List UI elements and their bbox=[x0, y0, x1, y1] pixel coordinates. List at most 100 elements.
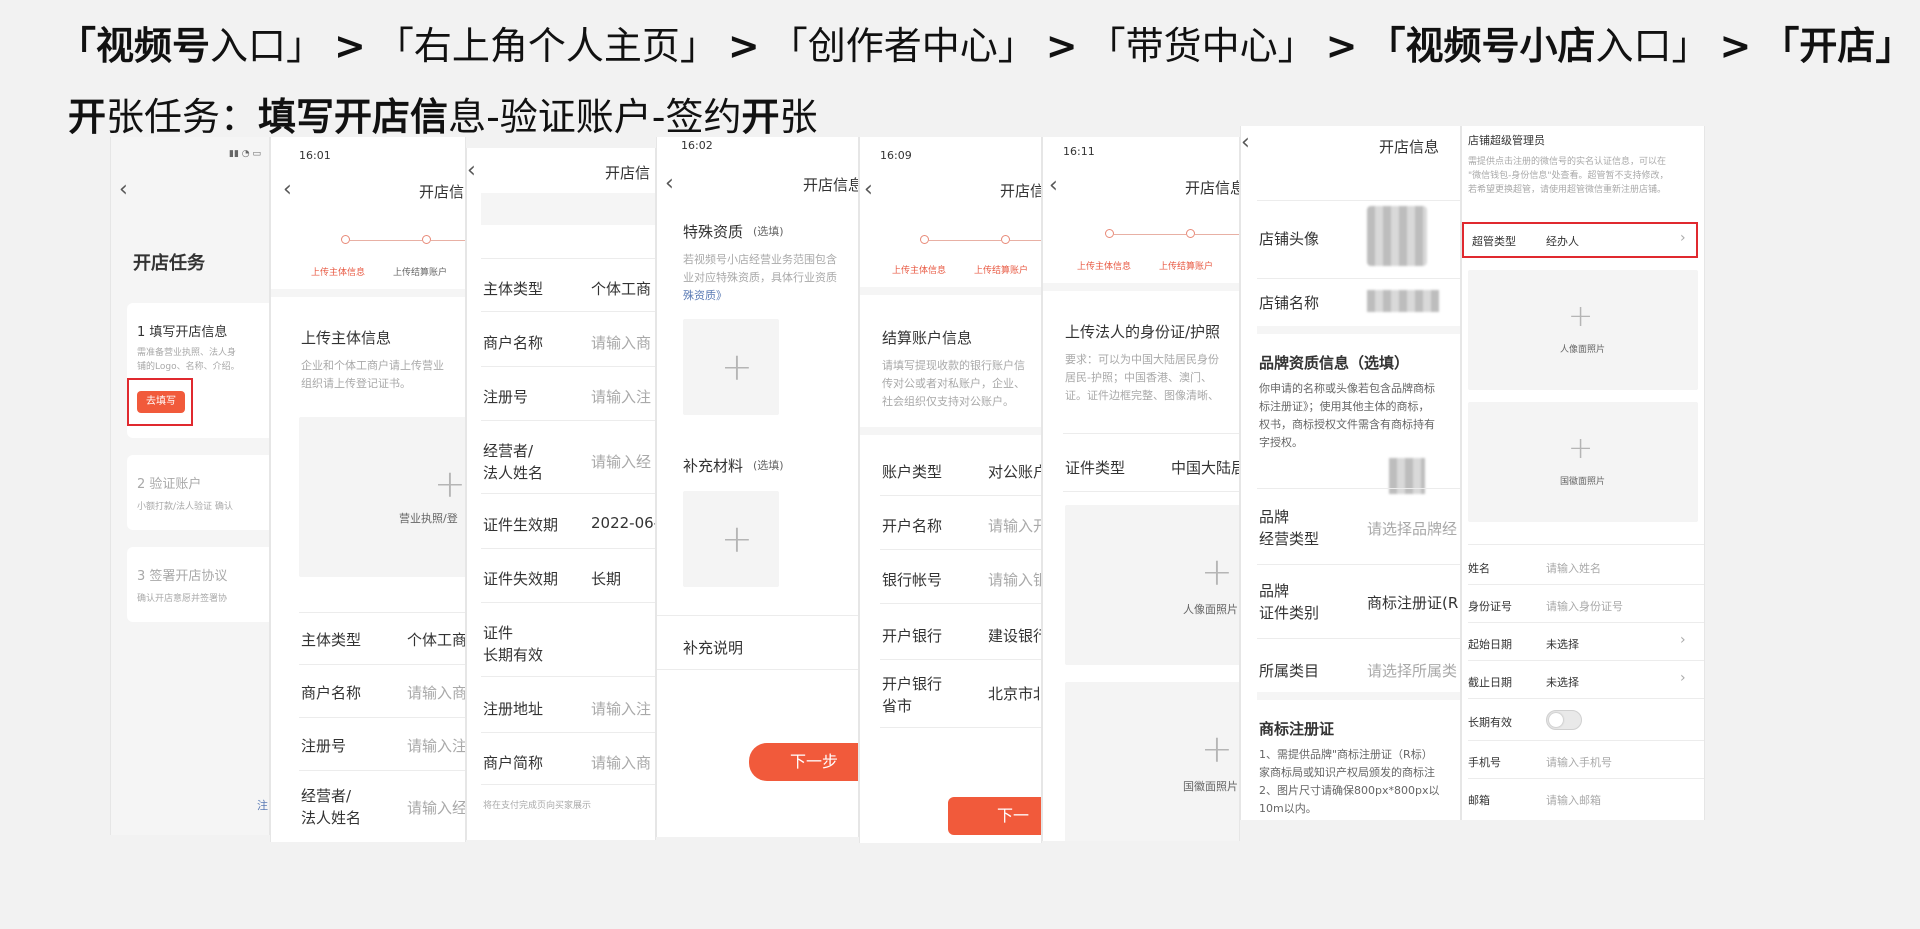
screen-title: 开店信 bbox=[1000, 182, 1042, 200]
field-label: 姓名 bbox=[1468, 562, 1490, 575]
long-term-toggle[interactable] bbox=[1546, 710, 1582, 730]
plus-icon: + bbox=[434, 462, 466, 506]
step-label-active: 上传结算账户 bbox=[974, 266, 1029, 276]
section-desc: 需提供点击注册的微信号的实名认证信息，可以在 bbox=[1468, 157, 1667, 167]
field-input[interactable]: 请输入银 bbox=[988, 569, 1041, 590]
field-input[interactable]: 请输入商 bbox=[591, 752, 651, 773]
task-card-1: 1 填写开店信息 需准备营业执照、法人身 铺的Logo、名称、介绍。 去填写 bbox=[127, 303, 269, 438]
field-input[interactable]: 请输入姓名 bbox=[1546, 560, 1601, 576]
field-input[interactable]: 请输入开 bbox=[988, 515, 1041, 536]
field-value[interactable]: 商标注册证(R bbox=[1367, 592, 1458, 613]
section-title: 品牌资质信息（选填） bbox=[1259, 354, 1410, 372]
step-dot bbox=[1186, 229, 1195, 238]
field-value[interactable]: 长期 bbox=[591, 568, 621, 589]
section-desc: 居民-护照；中国香港、澳门、 bbox=[1065, 371, 1212, 384]
screen-title: 开店信 bbox=[419, 183, 465, 201]
next-button[interactable]: 下一步 bbox=[749, 743, 858, 781]
task-3-desc: 确认开店意愿并签署协 bbox=[137, 594, 228, 604]
field-note: 将在支付完成页向买家展示 bbox=[483, 801, 592, 811]
section-desc: 1、需提供品牌"商标注册证（R标） bbox=[1259, 748, 1433, 761]
section-desc: 10m以内。 bbox=[1259, 802, 1317, 815]
fill-in-button[interactable]: 去填写 bbox=[137, 391, 185, 413]
back-icon[interactable]: ‹ bbox=[119, 177, 128, 202]
admin-type-select[interactable]: 经办人 bbox=[1546, 233, 1579, 249]
screenshot-collage: ‹ ▮▮ ◔ ▭ 开店任务 1 填写开店信息 需准备营业执照、法人身 铺的Log… bbox=[0, 0, 1920, 929]
screen-title: 开店信息 bbox=[1185, 179, 1240, 197]
upload-label: 国徽面照片 bbox=[1183, 780, 1238, 793]
upload-label: 国徽面照片 bbox=[1560, 477, 1606, 487]
section-desc: 社会组织仅支持对公账户。 bbox=[882, 395, 1014, 408]
field-label: 账户类型 bbox=[882, 463, 943, 481]
field-input[interactable]: 请输入注 bbox=[407, 735, 465, 756]
screen-title: 开店信息 bbox=[803, 176, 859, 194]
section-title: 店铺超级管理员 bbox=[1468, 134, 1545, 147]
field-value[interactable]: 建设银行 bbox=[988, 625, 1041, 646]
field-label: 手机号 bbox=[1468, 756, 1501, 769]
field-input[interactable]: 请输入邮箱 bbox=[1546, 792, 1601, 808]
section-desc: 请填写提现收款的银行账户信 bbox=[882, 359, 1025, 372]
field-select[interactable]: 请选择所属类 bbox=[1367, 660, 1457, 681]
field-input[interactable]: 请输入商 bbox=[591, 332, 651, 353]
field-label: 证件 bbox=[483, 624, 514, 642]
qualification-link[interactable]: 殊资质》 bbox=[683, 287, 727, 303]
plus-icon: + bbox=[1568, 299, 1594, 334]
field-value[interactable]: 个体工商 bbox=[407, 629, 465, 650]
field-input[interactable]: 请输入商 bbox=[407, 682, 465, 703]
step-label-active: 上传主体信息 bbox=[1077, 262, 1132, 272]
back-icon[interactable]: ‹ bbox=[1241, 130, 1250, 155]
step-dot bbox=[341, 235, 350, 244]
step-dot bbox=[1105, 229, 1114, 238]
section-title: 商标注册证 bbox=[1259, 720, 1335, 738]
step-label-active: 上传结算账户 bbox=[1159, 262, 1214, 272]
field-input[interactable]: 请输入经 bbox=[407, 797, 465, 818]
section-desc: 业对应特殊资质，具体行业资质 bbox=[683, 271, 837, 284]
field-label: 起始日期 bbox=[1468, 638, 1512, 651]
next-button[interactable]: 下一 bbox=[948, 797, 1041, 835]
end-date-select[interactable]: 未选择 bbox=[1546, 674, 1579, 690]
field-label: 开户银行 bbox=[882, 675, 943, 693]
back-icon[interactable]: ‹ bbox=[283, 177, 292, 202]
field-input[interactable]: 请输入注 bbox=[591, 386, 651, 407]
back-icon[interactable]: ‹ bbox=[1049, 173, 1058, 198]
back-icon[interactable]: ‹ bbox=[467, 158, 476, 183]
step-line bbox=[929, 240, 1001, 241]
field-input[interactable]: 请输入身份证号 bbox=[1546, 598, 1623, 614]
field-label: 经营类型 bbox=[1259, 530, 1320, 548]
section-desc: 你申请的名称或头像若包含品牌商标 bbox=[1259, 382, 1435, 395]
section-title: 补充材料 bbox=[683, 457, 744, 475]
field-value[interactable]: 对公账户 bbox=[988, 461, 1041, 482]
store-name-value[interactable] bbox=[1367, 290, 1439, 312]
field-input[interactable]: 请输入注 bbox=[591, 698, 651, 719]
field-value[interactable]: 北京市北 bbox=[988, 683, 1041, 704]
plus-icon: + bbox=[1568, 431, 1594, 466]
field-value[interactable]: 中国大陆居 bbox=[1171, 457, 1239, 478]
optional-label: (选填) bbox=[753, 459, 784, 472]
field-label: 商户简称 bbox=[483, 754, 544, 772]
field-label: 证件生效期 bbox=[483, 516, 559, 534]
field-input[interactable]: 请输入经 bbox=[591, 451, 651, 472]
back-icon[interactable]: ‹ bbox=[864, 177, 873, 202]
field-value[interactable]: 个体工商 bbox=[591, 278, 651, 299]
start-date-select[interactable]: 未选择 bbox=[1546, 636, 1579, 652]
field-label: 商户名称 bbox=[483, 334, 544, 352]
field-input[interactable]: 请输入手机号 bbox=[1546, 754, 1612, 770]
section-desc: 传对公或者对私账户，企业、 bbox=[882, 377, 1025, 390]
step-line bbox=[350, 240, 422, 241]
task-2-desc: 小额打款/法人验证 确认 bbox=[137, 502, 233, 512]
back-icon[interactable]: ‹ bbox=[665, 171, 674, 196]
store-avatar[interactable] bbox=[1367, 206, 1427, 266]
field-select[interactable]: 请选择品牌经 bbox=[1367, 518, 1457, 539]
field-label: 超管类型 bbox=[1472, 235, 1516, 248]
field-label: 开户银行 bbox=[882, 627, 943, 645]
step-label-active: 上传主体信息 bbox=[311, 268, 366, 278]
status-time: 16:01 bbox=[299, 149, 331, 162]
upload-label: 人像面照片 bbox=[1183, 603, 1238, 616]
plus-icon: + bbox=[1201, 550, 1233, 594]
field-value[interactable]: 2022-06- bbox=[591, 514, 655, 532]
chevron-right-icon: › bbox=[1680, 230, 1686, 246]
section-desc: 权书，商标授权文件需含有商标持有 bbox=[1259, 418, 1435, 431]
footer-link[interactable]: 注 bbox=[257, 797, 268, 813]
field-label: 长期有效 bbox=[1468, 716, 1512, 729]
task-2-title: 2 验证账户 bbox=[137, 477, 202, 492]
field-label: 所属类目 bbox=[1259, 662, 1320, 680]
